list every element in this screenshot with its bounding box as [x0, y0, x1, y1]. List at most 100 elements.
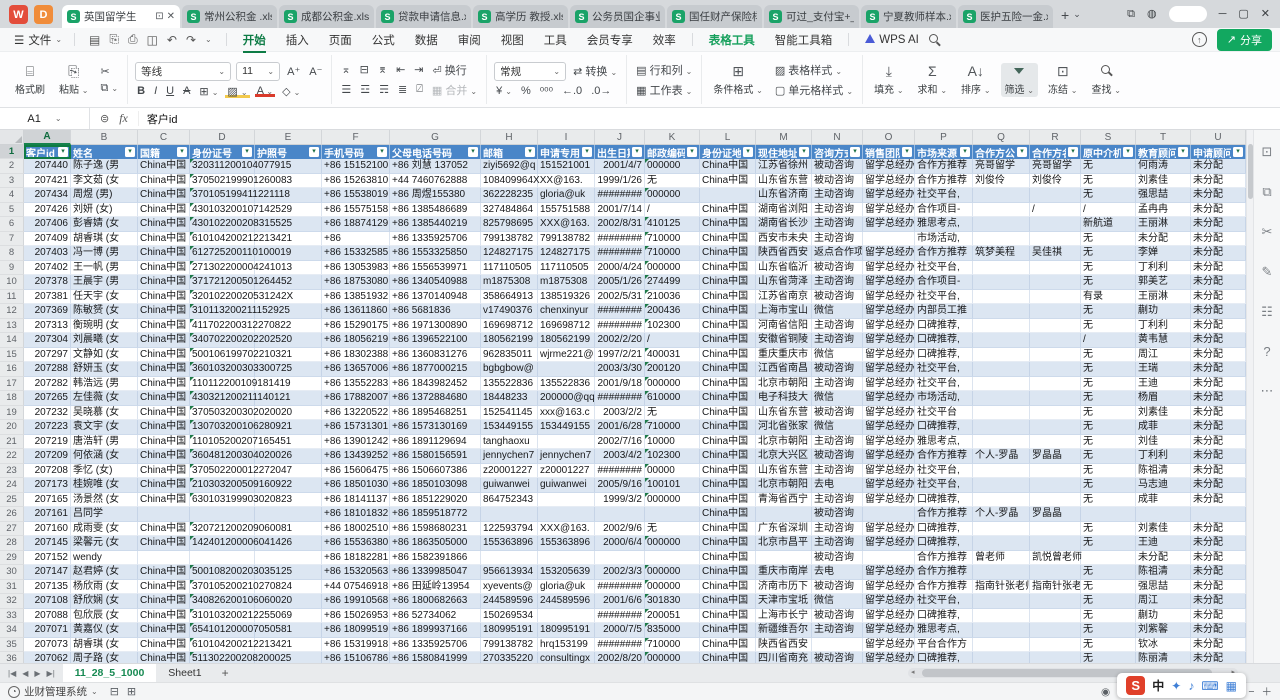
row-number-18[interactable]: 18 — [0, 391, 24, 406]
cell-P10[interactable]: 合作项目- — [915, 275, 973, 290]
cell-A8[interactable]: 207403 — [24, 246, 71, 261]
worksheet-button[interactable]: ▦ 工作表 ⌄ — [634, 82, 694, 98]
cell-R23[interactable] — [1030, 464, 1081, 479]
cell-J20[interactable]: 2001/6/28 — [595, 420, 645, 435]
cell-P26[interactable]: 合作方推荐 — [915, 507, 973, 522]
cell-P21[interactable]: 雅思考点, — [915, 435, 973, 450]
cell-T14[interactable]: 黄韦慧 — [1136, 333, 1191, 348]
cell-D12[interactable]: 310113200211152925 — [190, 304, 255, 319]
table-header-P[interactable]: 市场来源▾ — [915, 145, 973, 159]
cell-T2[interactable]: 何雨涛 — [1136, 159, 1191, 174]
cell-M29[interactable] — [756, 551, 812, 566]
table-header-H[interactable]: 邮箱▾ — [481, 145, 538, 159]
cell-J6[interactable]: 2002/8/31 — [595, 217, 645, 232]
cell-M7[interactable]: 西安市未央 — [756, 232, 812, 247]
cell-O32[interactable]: 留学总经办 — [863, 594, 915, 609]
ime-language-mode[interactable]: 中 — [1152, 677, 1164, 694]
cell-M2[interactable]: 江苏省徐州 — [756, 159, 812, 174]
cell-K35[interactable]: 710000 — [645, 638, 700, 653]
help-icon[interactable]: ? — [1263, 344, 1270, 359]
cell-H15[interactable]: 962835011 — [481, 348, 538, 363]
cell-O19[interactable]: 留学总经办 — [863, 406, 915, 421]
cell-S23[interactable]: 无 — [1081, 464, 1136, 479]
underline-button[interactable]: U — [164, 85, 176, 97]
cell-C2[interactable]: China中国 — [138, 159, 190, 174]
column-letter-N[interactable]: N — [812, 130, 863, 145]
orientation-icon[interactable]: ⍁ — [414, 83, 425, 96]
filter-dropdown-icon[interactable]: ▾ — [960, 147, 970, 157]
sort-button[interactable]: A↓排序 ⌄ — [957, 63, 994, 97]
cell-A10[interactable]: 207378 — [24, 275, 71, 290]
cell-L11[interactable]: China中国 — [700, 290, 756, 305]
cell-Q21[interactable] — [973, 435, 1030, 450]
cell-N24[interactable]: 去电 — [812, 478, 863, 493]
cell-K10[interactable]: 274499 — [645, 275, 700, 290]
cell-N21[interactable]: 主动咨询 — [812, 435, 863, 450]
cell-O9[interactable]: 留学总经办 — [863, 261, 915, 276]
cell-R16[interactable] — [1030, 362, 1081, 377]
cell-J12[interactable]: ######## — [595, 304, 645, 319]
cell-Q25[interactable] — [973, 493, 1030, 508]
cell-N31[interactable]: 被动咨询 — [812, 580, 863, 595]
cell-S30[interactable]: 无 — [1081, 565, 1136, 580]
cell-S21[interactable]: 无 — [1081, 435, 1136, 450]
format-painter-button[interactable]: ⌸格式刷 — [11, 63, 49, 97]
cell-G11[interactable]: +86 1370140948 — [390, 290, 481, 305]
cell-H27[interactable]: 122593794 — [481, 522, 538, 537]
cell-T7[interactable]: 未分配 — [1136, 232, 1191, 247]
cell-S26[interactable] — [1081, 507, 1136, 522]
cell-Q27[interactable] — [973, 522, 1030, 537]
cell-O31[interactable]: 留学总经办 — [863, 580, 915, 595]
row-number-28[interactable]: 28 — [0, 536, 24, 551]
cell-D33[interactable]: 310103200212255069 — [190, 609, 255, 624]
cell-U5[interactable]: 未分配 — [1191, 203, 1246, 218]
cell-H26[interactable] — [481, 507, 538, 522]
row-number-23[interactable]: 23 — [0, 464, 24, 479]
cell-B12[interactable]: 陈敏赟 (女 — [71, 304, 138, 319]
cell-M28[interactable]: 北京市昌平 — [756, 536, 812, 551]
cell-Q10[interactable] — [973, 275, 1030, 290]
cell-I20[interactable]: 153449155 — [538, 420, 595, 435]
row-number-16[interactable]: 16 — [0, 362, 24, 377]
save-icon[interactable]: ▤ — [89, 33, 100, 47]
zoom-out-icon[interactable]: − — [1248, 686, 1254, 698]
cell-I18[interactable]: 200000@qq — [538, 391, 595, 406]
cell-T19[interactable]: 刘素佳 — [1136, 406, 1191, 421]
cell-R20[interactable] — [1030, 420, 1081, 435]
cell-T31[interactable]: 强思喆 — [1136, 580, 1191, 595]
merge-cells-button[interactable]: ▦ 合并 ⌄ — [430, 82, 479, 98]
cell-Q26[interactable]: 个人-罗晶 — [973, 507, 1030, 522]
cell-K29[interactable] — [645, 551, 700, 566]
cell-P35[interactable]: 平台合作方 — [915, 638, 973, 653]
cell-D35[interactable]: 610104200212213421 — [190, 638, 255, 653]
cell-R31[interactable]: 指南针张老师 — [1030, 580, 1081, 595]
cell-D4[interactable]: 370105199411221118 — [190, 188, 255, 203]
cell-H28[interactable]: 155363896 — [481, 536, 538, 551]
cell-M34[interactable]: 新疆维吾尔 — [756, 623, 812, 638]
cell-T11[interactable]: 王丽淋 — [1136, 290, 1191, 305]
filter-dropdown-icon[interactable]: ▾ — [1017, 147, 1027, 157]
cell-G4[interactable]: +86 周煜155380 — [390, 188, 481, 203]
cell-K24[interactable]: 100101 — [645, 478, 700, 493]
cell-B29[interactable]: wendy — [71, 551, 138, 566]
cell-K7[interactable]: 710000 — [645, 232, 700, 247]
table-header-Q[interactable]: 合作方公司▾ — [973, 145, 1030, 159]
cell-U22[interactable]: 未分配 — [1191, 449, 1246, 464]
cell-D31[interactable]: 370105200210270824 — [190, 580, 255, 595]
cell-I27[interactable]: XXX@163. — [538, 522, 595, 537]
cell-G17[interactable]: +86 1843982452 — [390, 377, 481, 392]
cell-N18[interactable]: 微信 — [812, 391, 863, 406]
cell-S27[interactable]: 无 — [1081, 522, 1136, 537]
cell-J23[interactable]: ######## — [595, 464, 645, 479]
cell-M31[interactable]: 济南市历下 — [756, 580, 812, 595]
cell-I28[interactable]: 155363896 — [538, 536, 595, 551]
qat-dropdown-icon[interactable]: ⌄ — [205, 35, 212, 44]
cell-I30[interactable]: 153205639 — [538, 565, 595, 580]
cell-O15[interactable]: 留学总经办 — [863, 348, 915, 363]
cell-M16[interactable]: 江西省南昌 — [756, 362, 812, 377]
cell-R26[interactable]: 罗晶晶 — [1030, 507, 1081, 522]
cell-P19[interactable]: 社交平台 — [915, 406, 973, 421]
table-header-I[interactable]: 申请专用▾ — [538, 145, 595, 159]
italic-button[interactable]: I — [152, 85, 159, 97]
cell-M33[interactable]: 上海市长宁 — [756, 609, 812, 624]
